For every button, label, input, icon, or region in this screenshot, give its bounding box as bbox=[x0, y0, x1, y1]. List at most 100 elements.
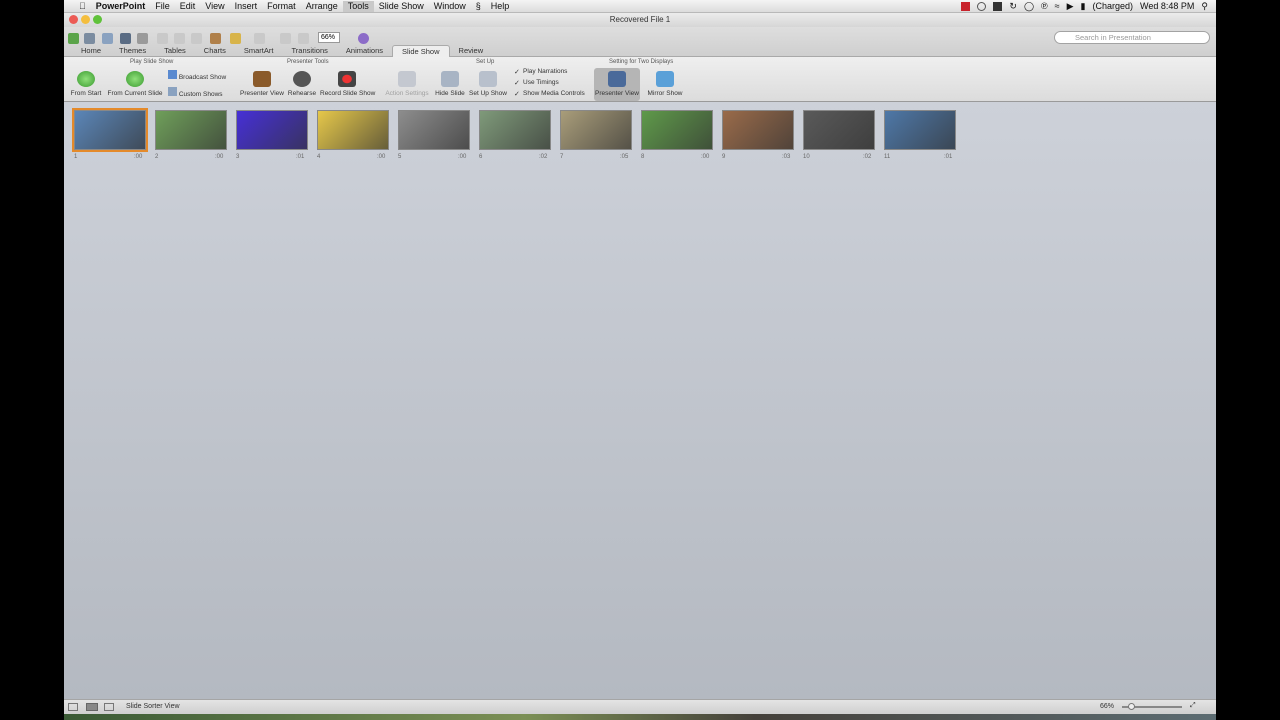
apple-menu-icon[interactable]:  bbox=[74, 1, 91, 12]
save-icon[interactable] bbox=[120, 33, 131, 44]
clock[interactable]: Wed 8:48 PM bbox=[1140, 1, 1194, 12]
record-slide-show-button[interactable]: Record Slide Show bbox=[320, 71, 375, 97]
slide-thumbnail[interactable] bbox=[155, 110, 227, 150]
open-icon[interactable] bbox=[102, 33, 113, 44]
slide-timing: :00 bbox=[134, 154, 143, 160]
tab-themes[interactable]: Themes bbox=[110, 45, 155, 57]
new-icon[interactable] bbox=[68, 33, 79, 44]
slide-thumbnail[interactable] bbox=[236, 110, 308, 150]
menu-arrange[interactable]: Arrange bbox=[301, 1, 343, 12]
action-settings-icon bbox=[398, 71, 416, 87]
menu-window[interactable]: Window bbox=[429, 1, 471, 12]
templates-icon[interactable] bbox=[84, 33, 95, 44]
menu-insert[interactable]: Insert bbox=[230, 1, 263, 12]
volume-icon[interactable]: ▶ bbox=[1067, 1, 1074, 12]
menu-app-name[interactable]: PowerPoint bbox=[91, 1, 151, 12]
slide-thumbnail[interactable] bbox=[884, 110, 956, 150]
battery-status[interactable]: (Charged) bbox=[1093, 1, 1134, 12]
zoom-button[interactable] bbox=[93, 15, 102, 24]
cut-icon[interactable] bbox=[157, 33, 168, 44]
slide-show-view-icon[interactable] bbox=[104, 703, 114, 711]
custom-shows-icon bbox=[168, 87, 177, 96]
slide-thumbnail[interactable] bbox=[560, 110, 632, 150]
menu-edit[interactable]: Edit bbox=[175, 1, 201, 12]
play-narrations-checkbox[interactable]: ✓ Play Narrations bbox=[514, 68, 567, 77]
status-grid-icon[interactable] bbox=[993, 2, 1003, 11]
slide-show-ribbon: Play Slide Show Presenter Tools Set Up S… bbox=[64, 57, 1216, 102]
sync-icon[interactable]: ↻ bbox=[1009, 1, 1017, 12]
close-button[interactable] bbox=[69, 15, 78, 24]
group-title-play: Play Slide Show bbox=[130, 59, 174, 65]
menu-slide-show[interactable]: Slide Show bbox=[374, 1, 429, 12]
battery-icon[interactable]: ▮ bbox=[1081, 1, 1086, 12]
from-start-button[interactable]: From Start bbox=[68, 71, 104, 97]
tab-charts[interactable]: Charts bbox=[195, 45, 235, 57]
bluetooth-icon[interactable]: ℗ bbox=[1041, 1, 1048, 12]
slide-thumbnail[interactable] bbox=[722, 110, 794, 150]
presenter-view-mode-button[interactable]: Presenter View bbox=[594, 68, 640, 101]
custom-shows-button[interactable]: Custom Shows bbox=[168, 87, 234, 98]
mirror-show-button[interactable]: Mirror Show bbox=[644, 71, 686, 97]
slide-thumbnail[interactable] bbox=[479, 110, 551, 150]
tab-animations[interactable]: Animations bbox=[337, 45, 392, 57]
tab-review[interactable]: Review bbox=[450, 45, 493, 57]
insert-icon[interactable] bbox=[280, 33, 291, 44]
action-settings-button[interactable]: Action Settings bbox=[384, 71, 430, 97]
presenter-mode-icon bbox=[608, 71, 626, 87]
fit-to-window-icon[interactable]: ⤢ bbox=[1190, 702, 1196, 710]
format-painter-icon[interactable] bbox=[210, 33, 221, 44]
rehearse-icon bbox=[293, 71, 311, 87]
tab-home[interactable]: Home bbox=[72, 45, 110, 57]
window-title: Recovered File 1 bbox=[609, 15, 671, 24]
play-current-icon bbox=[126, 71, 144, 87]
broadcast-show-button[interactable]: Broadcast Show bbox=[168, 70, 230, 81]
rehearse-button[interactable]: Rehearse bbox=[287, 71, 317, 97]
slide-number: 3 bbox=[236, 154, 240, 160]
wifi-icon[interactable]: ≈ bbox=[1055, 1, 1060, 12]
use-timings-checkbox[interactable]: ✓ Use Timings bbox=[514, 79, 559, 88]
gear-status-icon[interactable] bbox=[977, 2, 987, 11]
slide-number: 1 bbox=[74, 154, 78, 160]
redo-icon[interactable] bbox=[254, 33, 265, 44]
search-input[interactable]: Search in Presentation bbox=[1054, 31, 1210, 44]
undo-icon[interactable] bbox=[230, 33, 241, 44]
tab-smartart[interactable]: SmartArt bbox=[235, 45, 283, 57]
script-menu-icon[interactable]: § bbox=[471, 1, 486, 12]
normal-view-icon[interactable] bbox=[68, 703, 78, 711]
slide-sorter-view-icon[interactable] bbox=[86, 703, 98, 711]
from-current-slide-button[interactable]: From Current Slide bbox=[106, 71, 164, 97]
menu-format[interactable]: Format bbox=[262, 1, 301, 12]
tab-transitions[interactable]: Transitions bbox=[282, 45, 336, 57]
tab-slide-show[interactable]: Slide Show bbox=[392, 45, 450, 57]
copy-icon[interactable] bbox=[174, 33, 185, 44]
help-icon[interactable] bbox=[358, 33, 369, 44]
slide-number: 4 bbox=[317, 154, 321, 160]
hide-slide-button[interactable]: Hide Slide bbox=[434, 71, 466, 97]
menu-tools[interactable]: Tools bbox=[342, 1, 374, 12]
presenter-view-button[interactable]: Presenter View bbox=[240, 71, 284, 97]
menu-help[interactable]: Help bbox=[486, 1, 515, 12]
slide-thumbnail[interactable] bbox=[317, 110, 389, 150]
print-icon[interactable] bbox=[137, 33, 148, 44]
slide-thumbnail[interactable] bbox=[641, 110, 713, 150]
minimize-button[interactable] bbox=[81, 15, 90, 24]
slide-timing: :00 bbox=[458, 154, 467, 160]
checkmark-icon: ✓ bbox=[514, 91, 520, 98]
zoom-slider-thumb[interactable] bbox=[1128, 703, 1135, 710]
mac-menubar:  PowerPoint File Edit View Insert Forma… bbox=[64, 0, 1216, 13]
set-up-show-button[interactable]: Set Up Show bbox=[469, 71, 507, 97]
menu-file[interactable]: File bbox=[150, 1, 175, 12]
show-media-controls-checkbox[interactable]: ✓ Show Media Controls bbox=[514, 90, 585, 99]
gallery-icon[interactable] bbox=[298, 33, 309, 44]
menu-view[interactable]: View bbox=[200, 1, 229, 12]
tab-tables[interactable]: Tables bbox=[155, 45, 195, 57]
zoom-field[interactable]: 66% bbox=[318, 32, 340, 43]
slide-thumbnail[interactable] bbox=[72, 108, 148, 152]
slide-thumbnail[interactable] bbox=[398, 110, 470, 150]
status-app-icon[interactable] bbox=[961, 2, 971, 11]
paste-icon[interactable] bbox=[191, 33, 202, 44]
time-machine-icon[interactable]: ◯ bbox=[1024, 1, 1034, 12]
slide-timing: :00 bbox=[701, 154, 710, 160]
spotlight-search-icon[interactable]: ⚲ bbox=[1201, 1, 1208, 12]
slide-thumbnail[interactable] bbox=[803, 110, 875, 150]
